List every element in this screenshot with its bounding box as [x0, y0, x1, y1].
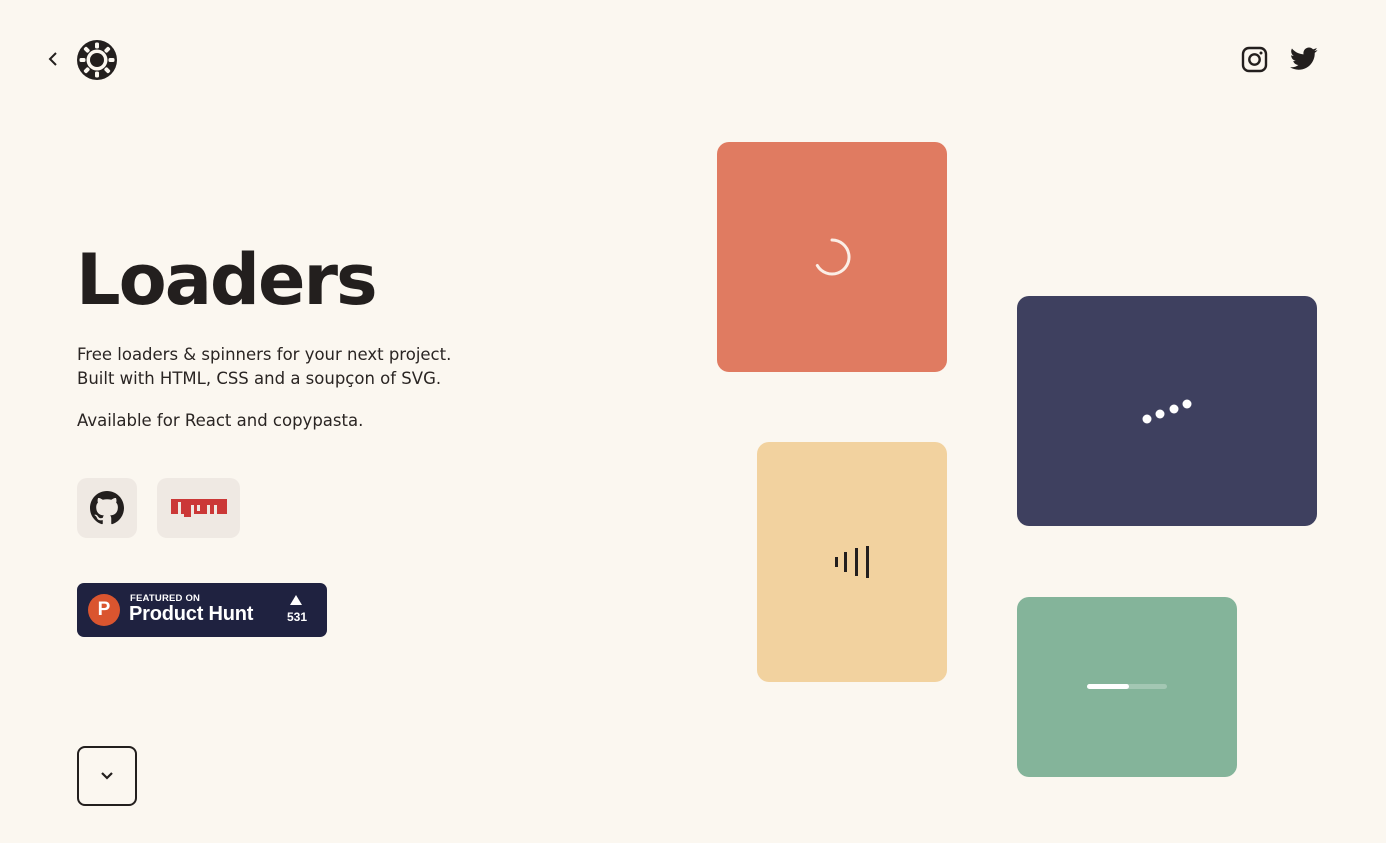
progress-bar-card[interactable]	[1017, 597, 1237, 777]
chevron-down-icon	[101, 772, 113, 780]
back-button[interactable]	[42, 47, 64, 71]
loader-wheel-logo-icon	[77, 40, 117, 80]
bars-ascending-icon	[835, 546, 869, 578]
upvote-arrow-icon	[290, 595, 302, 605]
progress-track	[1087, 684, 1167, 689]
bars-ascending-card[interactable]	[757, 442, 947, 682]
github-icon	[90, 491, 124, 525]
github-button[interactable]	[77, 478, 137, 538]
description-line-1: Free loaders & spinners for your next pr…	[77, 345, 452, 364]
chevron-left-icon	[48, 52, 57, 66]
availability-text: Available for React and copypasta.	[77, 411, 364, 430]
dots-wave-icon	[1142, 399, 1192, 424]
spinner-ring-icon	[815, 238, 851, 276]
description-line-2: Built with HTML, CSS and a soupçon of SV…	[77, 369, 442, 388]
hero-description: Free loaders & spinners for your next pr…	[77, 343, 451, 391]
page-title: Loaders	[76, 239, 378, 321]
instagram-link[interactable]	[1239, 43, 1269, 75]
spinner-ring-card[interactable]	[717, 142, 947, 372]
product-hunt-badge[interactable]: P FEATURED ON Product Hunt 531	[77, 583, 327, 637]
dots-wave-card[interactable]	[1017, 296, 1317, 526]
product-hunt-name: Product Hunt	[129, 603, 254, 625]
product-hunt-upvote-count: 531	[286, 610, 308, 624]
npm-logo-icon	[170, 499, 227, 517]
instagram-icon	[1241, 46, 1267, 72]
twitter-icon	[1290, 47, 1318, 70]
twitter-link[interactable]	[1289, 43, 1319, 75]
progress-fill	[1087, 684, 1130, 689]
npm-button[interactable]	[157, 478, 240, 538]
site-logo[interactable]	[76, 39, 118, 81]
scroll-down-button[interactable]	[77, 746, 137, 806]
product-hunt-icon: P	[88, 594, 120, 626]
